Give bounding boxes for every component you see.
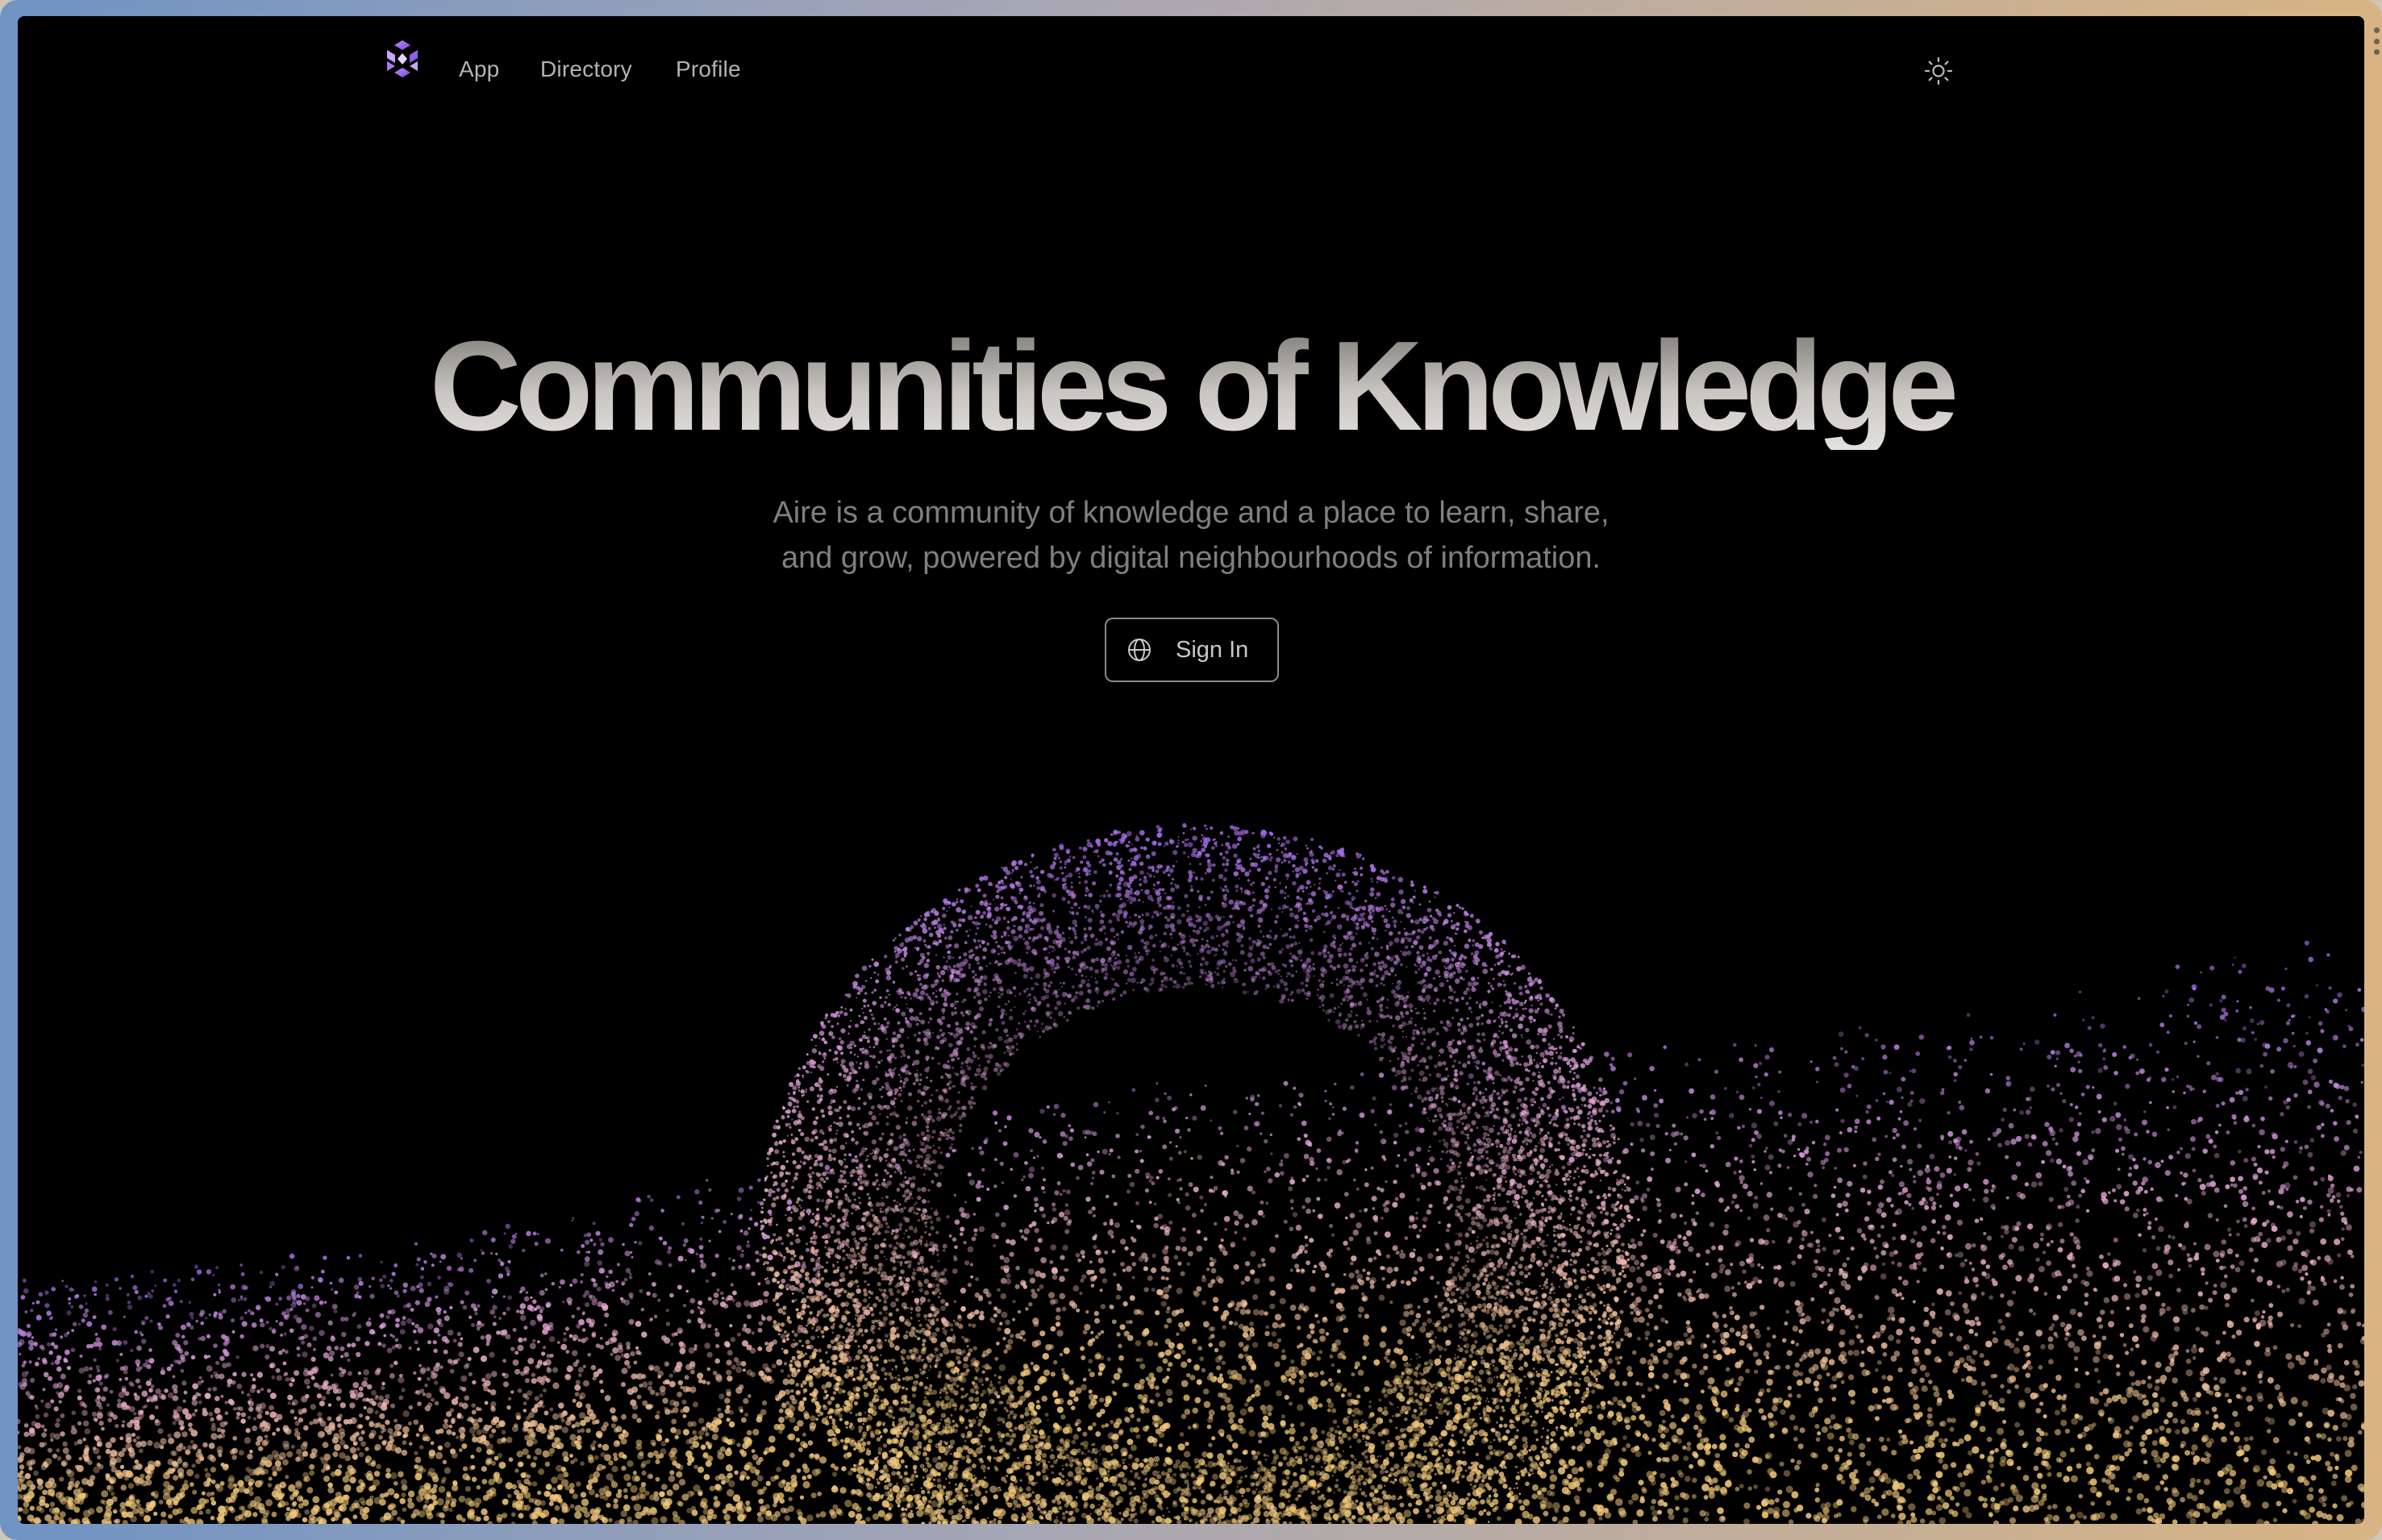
handle-dot bbox=[2374, 27, 2380, 33]
nav-link-app[interactable]: App bbox=[459, 56, 499, 82]
window-resize-handle[interactable] bbox=[2372, 27, 2380, 55]
globe-icon bbox=[1126, 636, 1153, 664]
particle-sphere-illustration bbox=[18, 16, 2364, 1524]
sign-in-button[interactable]: Sign In bbox=[1105, 618, 1279, 682]
handle-dot bbox=[2374, 49, 2380, 55]
nav-link-directory[interactable]: Directory bbox=[540, 56, 632, 82]
hero-subtitle-line: and grow, powered by digital neighbourho… bbox=[18, 535, 2364, 581]
window-frame: App Directory Profile Communities of Kno… bbox=[0, 0, 2382, 1540]
page-viewport: App Directory Profile Communities of Kno… bbox=[18, 16, 2364, 1524]
hero-subtitle: Aire is a community of knowledge and a p… bbox=[18, 490, 2364, 581]
sun-icon[interactable] bbox=[1922, 55, 1955, 87]
hero-title: Communities of Knowledge bbox=[18, 323, 2364, 450]
hero-subtitle-line: Aire is a community of knowledge and a p… bbox=[18, 490, 2364, 535]
sign-in-label: Sign In bbox=[1176, 637, 1248, 664]
aire-hexagon-logo-icon[interactable] bbox=[381, 37, 424, 81]
nav-link-profile[interactable]: Profile bbox=[676, 56, 741, 82]
handle-dot bbox=[2374, 39, 2380, 44]
top-navigation: App Directory Profile bbox=[18, 16, 2364, 105]
